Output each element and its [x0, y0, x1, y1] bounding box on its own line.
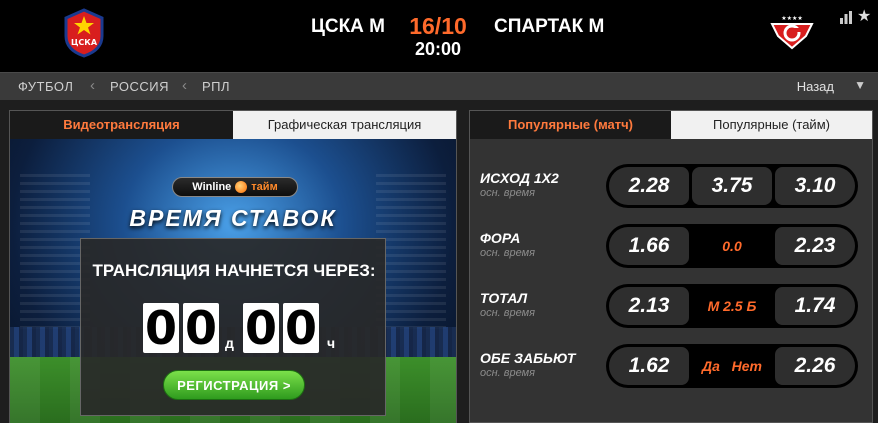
market-name: ОБЕ ЗАБЬЮТ [480, 350, 576, 366]
market-name: ФОРА [480, 230, 521, 246]
breadcrumb-country[interactable]: РОССИЯ [110, 79, 169, 94]
match-time: 20:00 [414, 39, 462, 59]
btts-labels: Да Нет [692, 347, 772, 385]
market-row-btts: ОБЕ ЗАБЬЮТ осн. время 1.62 Да Нет 2.26 [480, 344, 874, 390]
match-date: 16/10 [409, 13, 467, 39]
odd-btts-no[interactable]: 2.26 [775, 347, 855, 385]
odd-handicap-away[interactable]: 2.23 [775, 227, 855, 265]
stats-icon[interactable] [839, 10, 853, 24]
stadium-lights [376, 169, 446, 329]
chevron-left-icon: ‹ [182, 77, 187, 94]
broadcast-panel: Видеотрансляция Графическая трансляция W… [9, 110, 457, 423]
register-button[interactable]: РЕГИСТРАЦИЯ > [163, 370, 305, 400]
odd-away[interactable]: 3.10 [775, 167, 855, 205]
odd-handicap-home[interactable]: 1.66 [609, 227, 689, 265]
market-period: осн. время [480, 247, 536, 259]
handicap-value: 0.0 [692, 227, 772, 265]
home-team-name[interactable]: ЦСКА М [240, 16, 385, 38]
market-period: осн. время [480, 367, 536, 379]
countdown-board: ТРАНСЛЯЦИЯ НАЧНЕТСЯ ЧЕРЕЗ: 0 0 д 0 0 ч Р… [80, 238, 386, 416]
bet-time-title: ВРЕМЯ СТАВОК [129, 205, 337, 231]
total-value: М 2.5 Б [692, 287, 772, 325]
market-row-1x2: ИСХОД 1Х2 осн. время 2.28 3.75 3.10 [480, 164, 874, 210]
odd-btts-yes[interactable]: 1.62 [609, 347, 689, 385]
tab-video-broadcast[interactable]: Видеотрансляция [10, 111, 233, 139]
away-team-name[interactable]: СПАРТАК М [494, 16, 654, 38]
breadcrumb-league[interactable]: РПЛ [202, 79, 230, 94]
broadcast-tabs: Видеотрансляция Графическая трансляция [10, 111, 456, 139]
market-row-handicap: ФОРА осн. время 1.66 0.0 2.23 [480, 224, 874, 270]
chevron-left-icon: ‹ [90, 77, 95, 94]
market-period: осн. время [480, 187, 536, 199]
winline-sub-text: тайм [251, 181, 278, 193]
chevron-down-icon[interactable]: ▼ [854, 78, 866, 92]
cska-logo-text: ЦСКА [71, 38, 98, 47]
tab-popular-half[interactable]: Популярные (тайм) [671, 111, 872, 139]
odds-group: 1.66 0.0 2.23 [606, 224, 858, 268]
match-header: ЦСКА ЦСКА М 16/10 20:00 СПАРТАК М ★★★★ ★ [0, 0, 878, 72]
winline-badge: Winline тайм [172, 177, 298, 197]
market-name: ИСХОД 1Х2 [480, 170, 559, 186]
breadcrumb: ФУТБОЛ ‹ РОССИЯ ‹ РПЛ Назад ▼ [0, 72, 878, 100]
countdown-hours-digit: 0 [243, 301, 279, 355]
winline-logo-text: Winline [192, 181, 232, 193]
countdown-days-digit: 0 [143, 301, 179, 355]
countdown-days-digit: 0 [183, 301, 219, 355]
market-period: осн. время [480, 307, 536, 319]
market-name: ТОТАЛ [480, 290, 528, 306]
odds-group: 2.13 М 2.5 Б 1.74 [606, 284, 858, 328]
breadcrumb-sport[interactable]: ФУТБОЛ [18, 79, 73, 94]
odd-total-over[interactable]: 1.74 [775, 287, 855, 325]
odd-home[interactable]: 2.28 [609, 167, 689, 205]
odds-panel: Популярные (матч) Популярные (тайм) ИСХО… [469, 110, 873, 423]
odd-total-under[interactable]: 2.13 [609, 287, 689, 325]
market-row-total: ТОТАЛ осн. время 2.13 М 2.5 Б 1.74 [480, 284, 874, 330]
spartak-stars: ★★★★ [781, 15, 803, 22]
ball-icon [235, 181, 248, 193]
odds-group: 2.28 3.75 3.10 [606, 164, 858, 208]
spartak-logo: ★★★★ [770, 15, 814, 50]
tab-graphic-broadcast[interactable]: Графическая трансляция [233, 111, 456, 139]
odds-group: 1.62 Да Нет 2.26 [606, 344, 858, 388]
favorite-star-icon[interactable]: ★ [857, 6, 871, 26]
countdown-hours-digit: 0 [283, 301, 319, 355]
odd-draw[interactable]: 3.75 [692, 167, 772, 205]
video-area: Winline тайм ВРЕМЯ СТАВОК ТРАНСЛЯЦИЯ НАЧ… [10, 139, 456, 423]
tab-popular-match[interactable]: Популярные (матч) [470, 111, 671, 139]
countdown-hours-unit: ч [327, 335, 336, 351]
countdown-title: ТРАНСЛЯЦИЯ НАЧНЕТСЯ ЧЕРЕЗ: [92, 261, 376, 280]
countdown-days-unit: д [225, 335, 234, 351]
odds-tabs: Популярные (матч) Популярные (тайм) [470, 111, 872, 139]
cska-logo: ЦСКА [64, 8, 104, 58]
back-button[interactable]: Назад [797, 79, 834, 94]
